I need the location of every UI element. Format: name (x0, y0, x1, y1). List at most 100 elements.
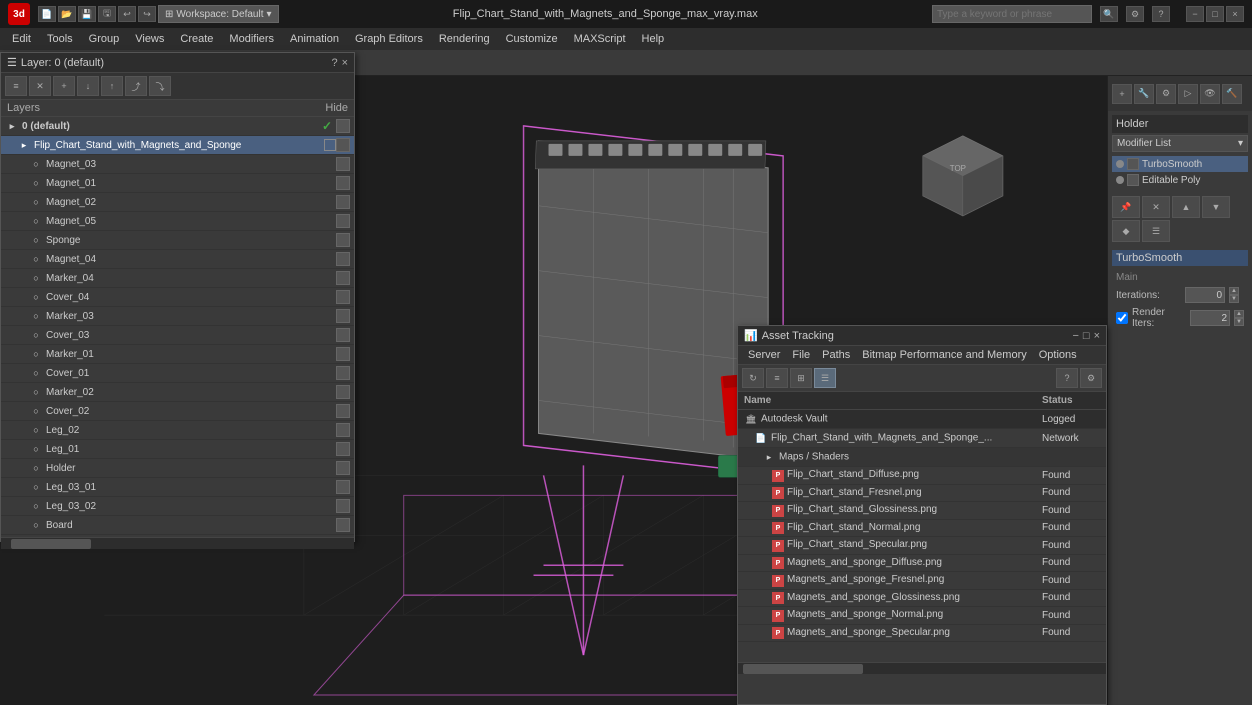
modify-panel-icon[interactable]: 🔧 (1134, 84, 1154, 104)
asset-scroll-area[interactable]: Name Status 🏛Autodesk VaultLogged📄Flip_C… (738, 392, 1106, 662)
asset-col-status[interactable]: Status (1036, 392, 1106, 410)
display-panel-icon[interactable]: 👁 (1200, 84, 1220, 104)
asset-row-5[interactable]: PFlip_Chart_stand_Glossiness.pngFound (738, 502, 1106, 520)
menu-rendering[interactable]: Rendering (431, 31, 498, 47)
create-panel-icon[interactable]: + (1112, 84, 1132, 104)
layer-item-cover_01[interactable]: ○Cover_01 (1, 364, 354, 383)
menu-modifiers[interactable]: Modifiers (221, 31, 282, 47)
layers-list[interactable]: ▸0 (default)✓▸Flip_Chart_Stand_with_Magn… (1, 117, 354, 537)
layers-help-btn[interactable]: ? (331, 57, 337, 69)
iterations-input[interactable] (1185, 287, 1225, 303)
asset-row-6[interactable]: PFlip_Chart_stand_Normal.pngFound (738, 519, 1106, 537)
asset-row-0[interactable]: 🏛Autodesk VaultLogged (738, 410, 1106, 429)
layer-item-leg_01[interactable]: ○Leg_01 (1, 440, 354, 459)
move-up-btn[interactable]: ▲ (1172, 196, 1200, 218)
modifier-list-selector[interactable]: Modifier List ▾ (1112, 135, 1248, 152)
asset-maximize-btn[interactable]: □ (1083, 330, 1090, 342)
layer-item-magnet_05[interactable]: ○Magnet_05 (1, 212, 354, 231)
redo-icon[interactable]: ↪ (138, 6, 156, 22)
layer-item-board[interactable]: ○Board (1, 516, 354, 535)
asset-row-1[interactable]: 📄Flip_Chart_Stand_with_Magnets_and_Spong… (738, 429, 1106, 448)
asset-row-4[interactable]: PFlip_Chart_stand_Fresnel.pngFound (738, 484, 1106, 502)
layers-toolbar-btn5[interactable]: ↑ (101, 76, 123, 96)
menu-customize[interactable]: Customize (498, 31, 566, 47)
asset-tb-thumbnails[interactable]: ⊞ (790, 368, 812, 388)
menu-edit[interactable]: Edit (4, 31, 39, 47)
save-as-icon[interactable]: 🖫 (98, 6, 116, 22)
asset-tb-details[interactable]: ☰ (814, 368, 836, 388)
layer-item-magnet_04[interactable]: ○Magnet_04 (1, 250, 354, 269)
asset-menu-options[interactable]: Options (1033, 348, 1083, 362)
asset-h-scrollbar-thumb[interactable] (743, 664, 863, 674)
layers-toolbar-btn2[interactable]: ✕ (29, 76, 51, 96)
asset-row-10[interactable]: PMagnets_and_sponge_Glossiness.pngFound (738, 589, 1106, 607)
motion-panel-icon[interactable]: ▷ (1178, 84, 1198, 104)
layer-item-marker_03[interactable]: ○Marker_03 (1, 307, 354, 326)
layer-item-sponge[interactable]: ○Sponge (1, 231, 354, 250)
workspace-selector[interactable]: ⊞ Workspace: Default ▾ (158, 5, 279, 23)
settings-icon[interactable]: ⚙ (1126, 6, 1144, 22)
layer-item-marker_02[interactable]: ○Marker_02 (1, 383, 354, 402)
search-input[interactable] (932, 5, 1092, 23)
close-button[interactable]: × (1226, 6, 1244, 22)
layers-toolbar-btn3[interactable]: + (53, 76, 75, 96)
help-icon[interactable]: ? (1152, 6, 1170, 22)
layer-item-holder[interactable]: ○Holder (1, 459, 354, 478)
render-iters-input[interactable] (1190, 310, 1230, 326)
layer-item-marker_04[interactable]: ○Marker_04 (1, 269, 354, 288)
menu-group[interactable]: Group (81, 31, 128, 47)
layer-item-magnet_01[interactable]: ○Magnet_01 (1, 174, 354, 193)
layer-item-magnet_03[interactable]: ○Magnet_03 (1, 155, 354, 174)
layer-item-cover_03[interactable]: ○Cover_03 (1, 326, 354, 345)
layers-toolbar-btn7[interactable]: ⤵ (149, 76, 171, 96)
maximize-button[interactable]: □ (1206, 6, 1224, 22)
asset-row-7[interactable]: PFlip_Chart_stand_Specular.pngFound (738, 537, 1106, 555)
undo-icon[interactable]: ↩ (118, 6, 136, 22)
asset-tb-refresh[interactable]: ↻ (742, 368, 764, 388)
asset-menu-paths[interactable]: Paths (816, 348, 856, 362)
menu-graph-editors[interactable]: Graph Editors (347, 31, 431, 47)
modifier-turbosm[interactable]: TurboSmooth (1112, 156, 1248, 172)
iter-down-arrow[interactable]: ▼ (1229, 295, 1239, 303)
layers-toolbar-btn1[interactable]: ≡ (5, 76, 27, 96)
layers-toolbar-btn4[interactable]: ↓ (77, 76, 99, 96)
utilities-panel-icon[interactable]: 🔨 (1222, 84, 1242, 104)
layers-h-scrollbar-thumb[interactable] (11, 539, 91, 549)
asset-tb-help[interactable]: ? (1056, 368, 1078, 388)
layer-item-cover_02[interactable]: ○Cover_02 (1, 402, 354, 421)
layers-toolbar-btn6[interactable]: ⤴ (125, 76, 147, 96)
layers-h-scrollbar[interactable] (1, 537, 354, 549)
asset-row-2[interactable]: ▸Maps / Shaders (738, 448, 1106, 467)
asset-tb-settings[interactable]: ⚙ (1080, 368, 1102, 388)
asset-menu-bitmap[interactable]: Bitmap Performance and Memory (856, 348, 1032, 362)
make-unique-btn[interactable]: ◆ (1112, 220, 1140, 242)
menu-create[interactable]: Create (172, 31, 221, 47)
search-icon[interactable]: 🔍 (1100, 6, 1118, 22)
layer-item-default[interactable]: ▸0 (default)✓ (1, 117, 354, 136)
hierarchy-panel-icon[interactable]: ⚙ (1156, 84, 1176, 104)
asset-row-8[interactable]: PMagnets_and_sponge_Diffuse.pngFound (738, 554, 1106, 572)
asset-row-9[interactable]: PMagnets_and_sponge_Fresnel.pngFound (738, 572, 1106, 590)
layer-item-cover_04[interactable]: ○Cover_04 (1, 288, 354, 307)
layer-item-leg_03_01[interactable]: ○Leg_03_01 (1, 478, 354, 497)
asset-minimize-btn[interactable]: − (1072, 330, 1078, 342)
mod-visibility-checkbox2[interactable] (1127, 174, 1139, 186)
save-file-icon[interactable]: 💾 (78, 6, 96, 22)
mod-visibility-checkbox[interactable] (1127, 158, 1139, 170)
remove-mod-btn[interactable]: ✕ (1142, 196, 1170, 218)
move-down-btn[interactable]: ▼ (1202, 196, 1230, 218)
menu-animation[interactable]: Animation (282, 31, 347, 47)
asset-row-11[interactable]: PMagnets_and_sponge_Normal.pngFound (738, 607, 1106, 625)
layer-item-flip_chart[interactable]: ▸Flip_Chart_Stand_with_Magnets_and_Spong… (1, 136, 354, 155)
asset-tb-list[interactable]: ≡ (766, 368, 788, 388)
new-file-icon[interactable]: 📄 (38, 6, 56, 22)
render-iters-checkbox[interactable] (1116, 312, 1128, 324)
layer-item-magnet_02[interactable]: ○Magnet_02 (1, 193, 354, 212)
asset-col-name[interactable]: Name (738, 392, 1036, 410)
layer-item-leg_03_02[interactable]: ○Leg_03_02 (1, 497, 354, 516)
asset-h-scrollbar[interactable] (738, 662, 1106, 674)
ri-up-arrow[interactable]: ▲ (1234, 310, 1244, 318)
minimize-button[interactable]: − (1186, 6, 1204, 22)
layers-close-btn[interactable]: × (342, 57, 348, 69)
open-file-icon[interactable]: 📂 (58, 6, 76, 22)
